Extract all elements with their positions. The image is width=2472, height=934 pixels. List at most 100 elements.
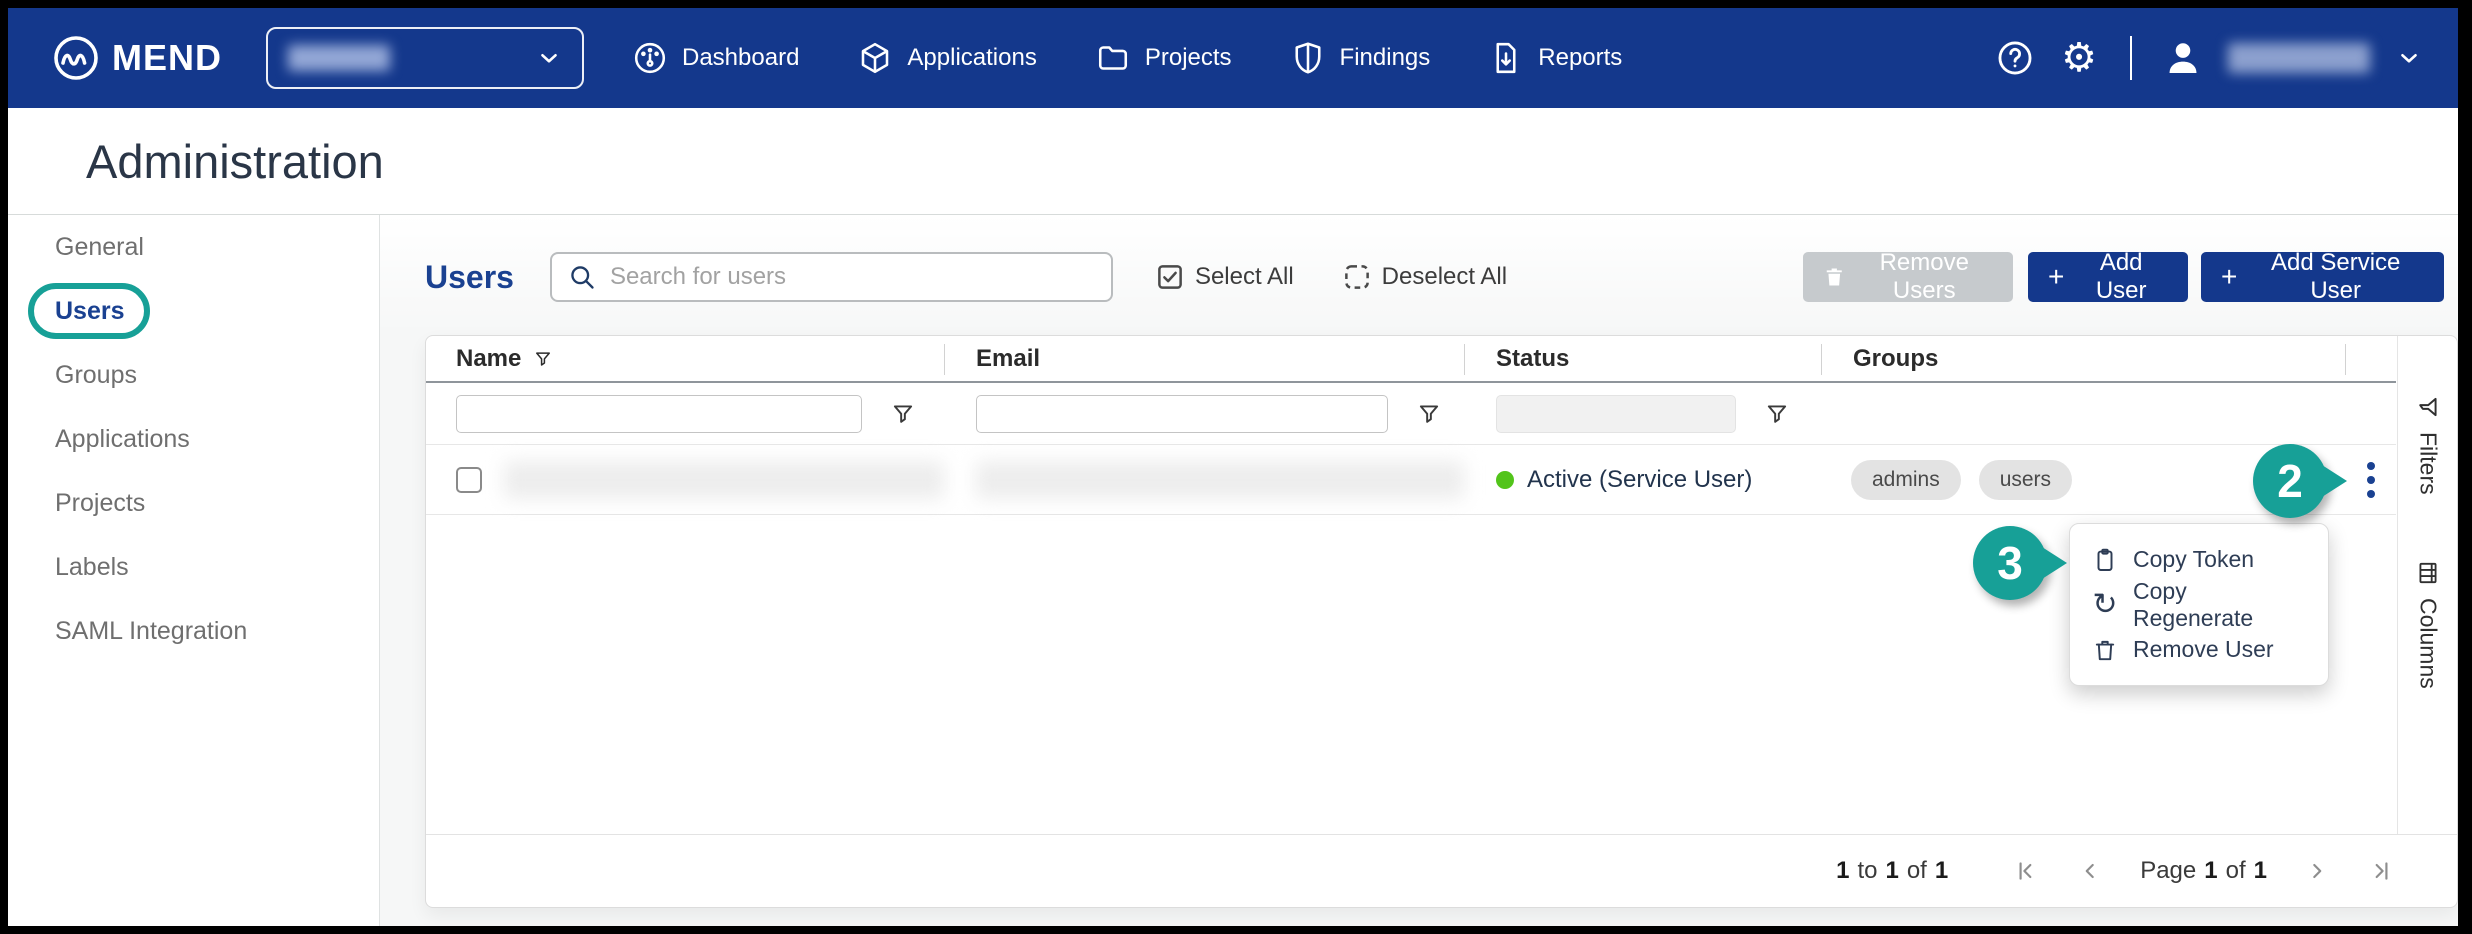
next-page-icon (2304, 858, 2330, 884)
columns-grid-icon (2415, 560, 2441, 586)
select-all-button[interactable]: Select All (1155, 262, 1294, 292)
status-filter-input (1496, 395, 1736, 433)
page-title: Administration (86, 134, 384, 189)
user-menu[interactable] (2164, 39, 2202, 77)
column-header-actions (2345, 336, 2396, 381)
email-filter-input[interactable] (976, 395, 1388, 433)
menu-item-label: Copy Token (2133, 546, 2254, 573)
organization-selector[interactable] (266, 27, 584, 89)
first-page-icon (2013, 858, 2039, 884)
filters-funnel-icon (2415, 394, 2441, 420)
navbar-right: ⚙ (1996, 36, 2422, 80)
plus-icon: + (2221, 263, 2237, 291)
last-page-icon (2368, 858, 2394, 884)
deselect-all-icon (1342, 262, 1372, 292)
next-page-button[interactable] (2303, 857, 2331, 885)
status-text: Active (Service User) (1527, 466, 1752, 494)
nav-item-applications[interactable]: Applications (857, 40, 1036, 76)
findings-shield-icon (1290, 40, 1326, 76)
mend-logo: MEND (52, 34, 222, 82)
nav-label: Findings (1340, 44, 1431, 72)
nav-label: Dashboard (682, 44, 799, 72)
add-user-label: Add User (2074, 249, 2168, 305)
pagination-controls: Page 1 of 1 (2012, 857, 2395, 885)
menu-item-copy-token[interactable]: Copy Token (2070, 537, 2328, 582)
admin-sidebar: General Users Groups Applications Projec… (8, 215, 380, 926)
dashboard-gauge-icon (632, 40, 668, 76)
sidebar-item-labels[interactable]: Labels (8, 535, 379, 599)
content-area: General Users Groups Applications Projec… (8, 215, 2458, 926)
name-filter-input[interactable] (456, 395, 862, 433)
settings-button[interactable]: ⚙ (2060, 39, 2098, 77)
deselect-all-label: Deselect All (1382, 263, 1507, 291)
name-column-filter-icon[interactable] (533, 349, 553, 369)
column-header-groups[interactable]: Groups (1821, 336, 2345, 381)
table-header-row: Name Email Status Groups (426, 336, 2396, 383)
columns-rail-tab[interactable]: Columns (2398, 560, 2458, 689)
reports-file-icon (1488, 40, 1524, 76)
nav-item-reports[interactable]: Reports (1488, 40, 1622, 76)
help-icon (1996, 39, 2034, 77)
menu-item-copy-regenerate[interactable]: ↻ Copy Regenerate (2070, 582, 2328, 627)
row-actions-kebab-icon[interactable] (2361, 456, 2381, 504)
filters-rail-tab[interactable]: Filters (2398, 394, 2458, 495)
sidebar-item-groups[interactable]: Groups (8, 343, 379, 407)
pagination-range: 1 to 1 of 1 (1836, 857, 1948, 885)
deselect-all-button[interactable]: Deselect All (1342, 262, 1507, 292)
select-all-label: Select All (1195, 263, 1294, 291)
trash-icon (1823, 264, 1846, 290)
last-page-button[interactable] (2367, 857, 2395, 885)
group-badge: users (1979, 460, 2072, 500)
regenerate-icon: ↻ (2092, 590, 2118, 620)
nav-item-dashboard[interactable]: Dashboard (632, 40, 799, 76)
add-user-button[interactable]: + Add User (2028, 252, 2188, 302)
sidebar-item-saml-integration[interactable]: SAML Integration (8, 599, 379, 663)
user-email-redacted (976, 461, 1464, 499)
sidebar-item-applications[interactable]: Applications (8, 407, 379, 471)
sidebar-item-users[interactable]: Users (8, 279, 379, 343)
add-service-user-label: Add Service User (2247, 249, 2424, 305)
search-icon (568, 263, 596, 291)
plus-icon: + (2048, 263, 2064, 291)
chevron-down-icon (536, 45, 562, 71)
add-service-user-button[interactable]: + Add Service User (2201, 252, 2444, 302)
trash-icon (2092, 637, 2118, 663)
clipboard-icon (2092, 547, 2118, 573)
users-heading: Users (425, 259, 514, 296)
column-header-status[interactable]: Status (1464, 336, 1821, 381)
status-filter-funnel-icon[interactable] (1764, 401, 1790, 427)
remove-users-button[interactable]: Remove Users (1803, 252, 2013, 302)
search-input[interactable] (610, 263, 1095, 291)
sidebar-item-projects[interactable]: Projects (8, 471, 379, 535)
main-nav: Dashboard Applications Projects (632, 40, 1622, 76)
menu-item-remove-user[interactable]: Remove User (2070, 627, 2328, 672)
remove-users-label: Remove Users (1856, 249, 1993, 305)
email-filter-funnel-icon[interactable] (1416, 401, 1442, 427)
first-page-button[interactable] (2012, 857, 2040, 885)
nav-item-projects[interactable]: Projects (1095, 40, 1232, 76)
status-active-dot (1496, 471, 1514, 489)
annotation-step-2: 2 (2253, 444, 2327, 518)
page-indicator: Page 1 of 1 (2140, 857, 2267, 885)
table-footer: 1 to 1 of 1 (426, 834, 2457, 907)
name-filter-funnel-icon[interactable] (890, 401, 916, 427)
table-filter-row (426, 383, 2396, 445)
column-header-email[interactable]: Email (944, 336, 1464, 381)
previous-page-button[interactable] (2076, 857, 2104, 885)
applications-cube-icon (857, 40, 893, 76)
nav-item-findings[interactable]: Findings (1290, 40, 1431, 76)
user-avatar-icon (2164, 39, 2202, 77)
page-header: Administration (8, 108, 2458, 215)
column-header-name[interactable]: Name (426, 336, 944, 381)
user-menu-chevron-icon[interactable] (2396, 45, 2422, 71)
nav-label: Applications (907, 44, 1036, 72)
settings-gear-icon: ⚙ (2061, 38, 2097, 78)
row-context-menu: Copy Token ↻ Copy Regenerate Remove User (2069, 523, 2329, 686)
nav-label: Projects (1145, 44, 1232, 72)
user-name-redacted (2228, 43, 2370, 73)
help-button[interactable] (1996, 39, 2034, 77)
group-badge: admins (1851, 460, 1961, 500)
sidebar-item-general[interactable]: General (8, 215, 379, 279)
menu-item-label: Copy Regenerate (2133, 578, 2306, 632)
row-checkbox[interactable] (456, 467, 482, 493)
